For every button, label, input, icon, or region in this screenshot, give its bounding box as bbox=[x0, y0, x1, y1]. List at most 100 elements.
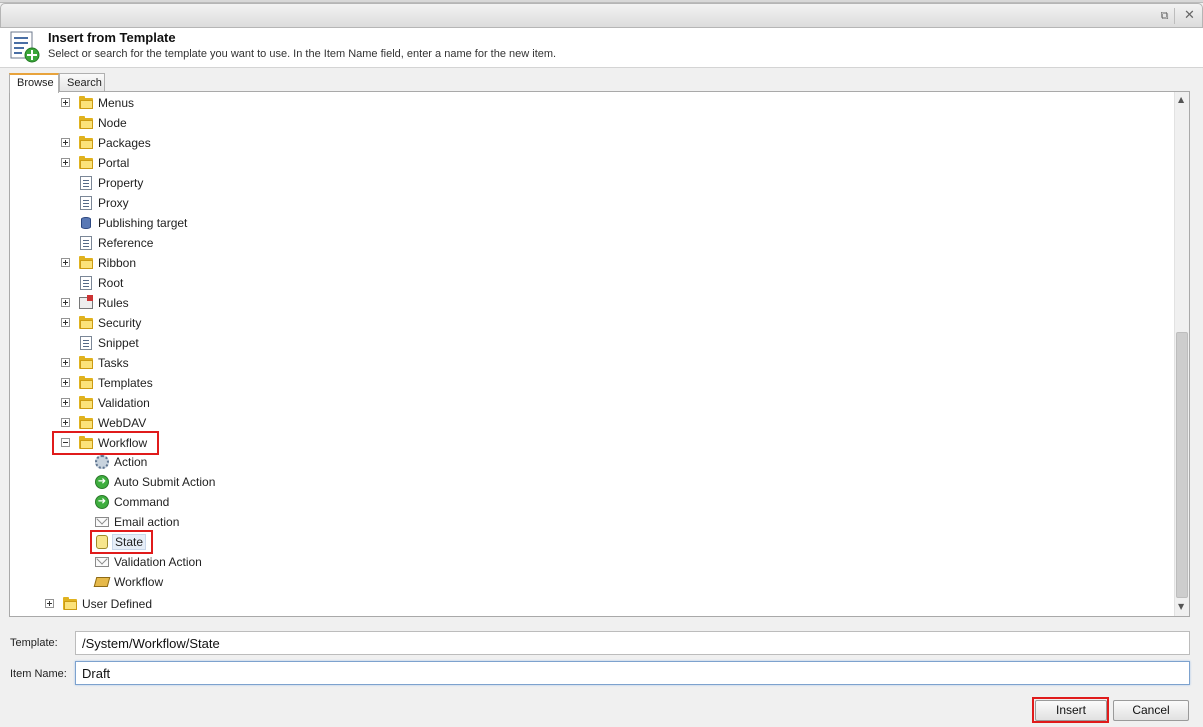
scroll-up-arrow[interactable]: ▲ bbox=[1178, 95, 1184, 104]
tree-node-label: Snippet bbox=[98, 336, 139, 350]
folder-icon bbox=[78, 135, 94, 151]
tree-node-action[interactable]: Action bbox=[10, 453, 1160, 471]
tree-node-label: Proxy bbox=[98, 196, 129, 210]
workflow-highlight bbox=[52, 431, 159, 455]
tree-node-webdav[interactable]: WebDAV bbox=[10, 414, 1160, 432]
titlebar-separator bbox=[1174, 8, 1175, 24]
insert-button[interactable]: Insert bbox=[1035, 700, 1107, 721]
email-icon bbox=[94, 514, 110, 530]
tree-node-ribbon[interactable]: Ribbon bbox=[10, 254, 1160, 272]
tree-scrollbar[interactable]: ▲ ▼ bbox=[1174, 92, 1189, 616]
tree-node-property[interactable]: Property bbox=[10, 174, 1160, 192]
tree-node-label: Publishing target bbox=[98, 216, 188, 230]
expand-icon[interactable] bbox=[61, 358, 70, 367]
dialog-header: Insert from Template Select or search fo… bbox=[0, 28, 1203, 68]
tree-node-security[interactable]: Security bbox=[10, 314, 1160, 332]
tree-node-state[interactable]: State bbox=[10, 533, 1160, 551]
tree-node-publishing-target[interactable]: Publishing target bbox=[10, 214, 1160, 232]
database-icon bbox=[78, 215, 94, 231]
tree-node-label: Email action bbox=[114, 515, 180, 529]
folder-icon bbox=[78, 255, 94, 271]
state-highlight bbox=[90, 530, 153, 554]
tree-node-validation[interactable]: Validation bbox=[10, 394, 1160, 412]
document-icon bbox=[78, 275, 94, 291]
tree-node-packages[interactable]: Packages bbox=[10, 134, 1160, 152]
tree-node-reference[interactable]: Reference bbox=[10, 234, 1160, 252]
tree-node-auto-submit-action[interactable]: ➜ Auto Submit Action bbox=[10, 473, 1160, 491]
document-icon bbox=[78, 335, 94, 351]
folder-icon bbox=[78, 155, 94, 171]
tree-node-label: Action bbox=[114, 455, 148, 469]
expand-icon[interactable] bbox=[61, 318, 70, 327]
expand-icon[interactable] bbox=[61, 378, 70, 387]
dialog-titlebar: ⧉ ✕ bbox=[0, 3, 1203, 28]
tree-node-validation-action[interactable]: Validation Action bbox=[10, 553, 1160, 571]
tree-node-label: Security bbox=[98, 316, 142, 330]
dialog-description: Select or search for the template you wa… bbox=[48, 48, 557, 60]
tree-node-command[interactable]: ➜ Command bbox=[10, 493, 1160, 511]
dialog-title: Insert from Template bbox=[48, 30, 176, 45]
tree-node-label: Menus bbox=[98, 96, 135, 110]
tree-node-label: Root bbox=[98, 276, 124, 290]
tree-node-rules[interactable]: Rules bbox=[10, 294, 1160, 312]
tree-node-snippet[interactable]: Snippet bbox=[10, 334, 1160, 352]
expand-icon[interactable] bbox=[61, 158, 70, 167]
tree-node-label: Templates bbox=[98, 376, 153, 390]
popout-icon[interactable]: ⧉ bbox=[1156, 8, 1173, 24]
tree-node-label: User Defined bbox=[82, 597, 153, 611]
document-icon bbox=[78, 235, 94, 251]
expand-icon[interactable] bbox=[61, 258, 70, 267]
expand-icon[interactable] bbox=[45, 599, 54, 608]
expand-icon[interactable] bbox=[61, 298, 70, 307]
gear-icon bbox=[94, 454, 110, 470]
folder-icon bbox=[78, 115, 94, 131]
tree-node-user-defined[interactable]: User Defined bbox=[10, 595, 1160, 613]
tree-node-label: Command bbox=[114, 495, 170, 509]
green-arrow-icon: ➜ bbox=[94, 494, 110, 510]
tree-node-label: Workflow bbox=[114, 575, 164, 589]
template-path-field[interactable] bbox=[75, 631, 1190, 655]
tree-node-portal[interactable]: Portal bbox=[10, 154, 1160, 172]
tab-browse[interactable]: Browse bbox=[9, 73, 59, 93]
tree-node-workflow[interactable]: Workflow bbox=[10, 573, 1160, 591]
tree-node-label: Portal bbox=[98, 156, 130, 170]
tree-node-label: Ribbon bbox=[98, 256, 137, 270]
scroll-down-arrow[interactable]: ▼ bbox=[1178, 602, 1184, 611]
tree-node-label: Tasks bbox=[98, 356, 129, 370]
cancel-button[interactable]: Cancel bbox=[1113, 700, 1189, 721]
tab-search[interactable]: Search bbox=[59, 73, 105, 92]
folder-icon bbox=[78, 315, 94, 331]
tree-node-label: WebDAV bbox=[98, 416, 147, 430]
tree-node-label: Validation Action bbox=[114, 555, 202, 569]
tree-node-workflow[interactable]: Workflow bbox=[10, 434, 1160, 452]
item-name-label: Item Name: bbox=[10, 668, 67, 680]
rules-icon bbox=[78, 295, 94, 311]
expand-icon[interactable] bbox=[61, 398, 70, 407]
tree-node-templates[interactable]: Templates bbox=[10, 374, 1160, 392]
folder-icon bbox=[78, 375, 94, 391]
folder-icon bbox=[78, 395, 94, 411]
tree-node-email-action[interactable]: Email action bbox=[10, 513, 1160, 531]
green-arrow-icon: ➜ bbox=[94, 474, 110, 490]
tree-node-menus[interactable]: Menus bbox=[10, 94, 1160, 112]
folder-icon bbox=[78, 95, 94, 111]
expand-icon[interactable] bbox=[61, 138, 70, 147]
scrollbar-thumb[interactable] bbox=[1176, 332, 1188, 598]
close-icon[interactable]: ✕ bbox=[1181, 8, 1198, 24]
tree-node-proxy[interactable]: Proxy bbox=[10, 194, 1160, 212]
template-tree: ▲ ▼ Menus Node Packages Portal Property Proxy… bbox=[9, 91, 1190, 617]
tree-node-label: Validation bbox=[98, 396, 150, 410]
email-icon bbox=[94, 554, 110, 570]
tree-node-label: Property bbox=[98, 176, 144, 190]
expand-icon[interactable] bbox=[61, 418, 70, 427]
tree-node-node[interactable]: Node bbox=[10, 114, 1160, 132]
item-name-field[interactable] bbox=[75, 661, 1190, 685]
tree-node-root[interactable]: Root bbox=[10, 274, 1160, 292]
workflow-icon bbox=[93, 574, 111, 590]
insert-template-icon bbox=[10, 31, 40, 63]
document-icon bbox=[78, 195, 94, 211]
tree-node-label: Rules bbox=[98, 296, 129, 310]
template-label: Template: bbox=[10, 637, 58, 649]
expand-icon[interactable] bbox=[61, 98, 70, 107]
tree-node-tasks[interactable]: Tasks bbox=[10, 354, 1160, 372]
